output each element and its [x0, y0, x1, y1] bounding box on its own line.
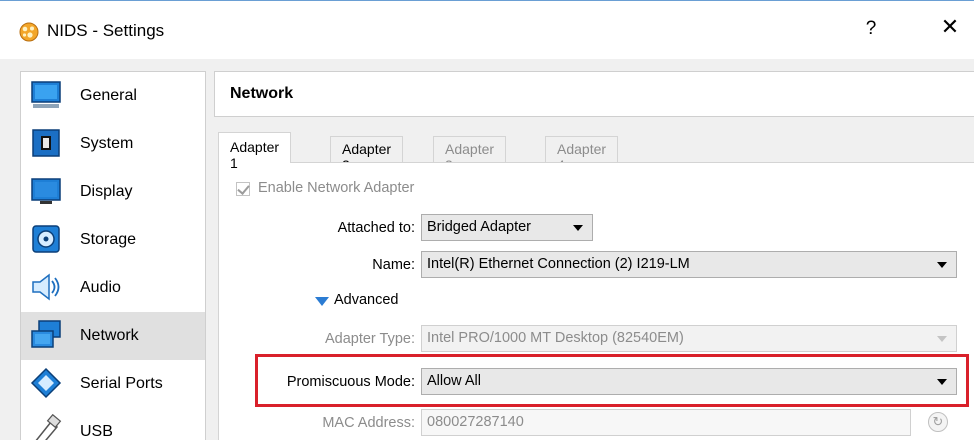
window-title: NIDS - Settings — [47, 21, 165, 40]
storage-icon — [32, 225, 60, 253]
mac-address-label: MAC Address: — [322, 415, 415, 431]
enable-adapter-checkbox[interactable] — [236, 182, 250, 196]
chevron-down-icon — [937, 379, 947, 385]
tab-adapter-3[interactable]: Adapter 3 — [433, 136, 507, 173]
page-title: Network — [230, 85, 294, 102]
chip-icon — [32, 129, 60, 157]
settings-window: NIDS - Settings ? ✕ General System Displ… — [0, 0, 974, 440]
serial-port-icon — [30, 367, 62, 399]
attached-to-label: Attached to: — [337, 220, 415, 236]
sidebar-item-label: Storage — [80, 231, 137, 248]
close-button[interactable]: ✕ — [935, 14, 965, 40]
sidebar-item-label: General — [80, 87, 137, 104]
promiscuous-mode-value: Allow All — [427, 373, 481, 389]
sidebar-item-network[interactable]: Network — [21, 312, 205, 360]
refresh-icon: ↻ — [932, 414, 944, 429]
sidebar-item-audio[interactable]: Audio — [21, 264, 205, 312]
settings-content: Network Adapter 1 Adapter 2 Adapter 3 Ad… — [214, 71, 974, 440]
usb-icon — [35, 414, 62, 440]
adapter-type-select[interactable]: Intel PRO/1000 MT Desktop (82540EM) — [421, 325, 957, 352]
tab-adapter-4[interactable]: Adapter 4 — [545, 136, 619, 173]
name-select[interactable]: Intel(R) Ethernet Connection (2) I219-LM — [421, 251, 957, 278]
sidebar-item-label: System — [80, 135, 134, 152]
tab-adapter-2[interactable]: Adapter 2 — [330, 136, 404, 173]
section-header: Network — [214, 71, 974, 117]
sidebar-item-label: Audio — [80, 279, 121, 296]
tab-adapter-1[interactable]: Adapter 1 — [218, 132, 292, 171]
sidebar-item-label: USB — [80, 423, 113, 440]
sidebar-item-label: Network — [80, 327, 139, 344]
sidebar-item-label: Serial Ports — [80, 375, 163, 392]
settings-sidebar: General System Display Storage Audio Net… — [20, 71, 206, 440]
promiscuous-mode-select[interactable]: Allow All — [421, 368, 957, 395]
name-value: Intel(R) Ethernet Connection (2) I219-LM — [427, 256, 690, 272]
chevron-down-icon — [573, 225, 583, 231]
sidebar-item-storage[interactable]: Storage — [21, 216, 205, 264]
advanced-toggle[interactable]: Advanced — [334, 292, 399, 308]
sidebar-item-general[interactable]: General — [21, 72, 205, 120]
title-bar: NIDS - Settings ? ✕ — [0, 1, 974, 59]
promiscuous-mode-label: Promiscuous Mode: — [286, 374, 415, 390]
speaker-icon — [32, 273, 60, 301]
sidebar-item-label: Display — [80, 183, 133, 200]
adapter-type-label: Adapter Type: — [324, 331, 415, 347]
attached-to-value: Bridged Adapter — [427, 219, 531, 235]
enable-adapter-label: Enable Network Adapter — [258, 180, 415, 196]
help-button[interactable]: ? — [859, 18, 883, 40]
chevron-down-icon — [937, 262, 947, 268]
network-icon — [31, 320, 61, 348]
monitor-icon — [31, 81, 61, 108]
sidebar-item-display[interactable]: Display — [21, 168, 205, 216]
regenerate-mac-button[interactable]: ↻ — [928, 412, 948, 432]
adapter-type-value: Intel PRO/1000 MT Desktop (82540EM) — [427, 330, 684, 346]
mac-address-field[interactable]: 080027287140 — [421, 409, 911, 436]
sidebar-item-serial-ports[interactable]: Serial Ports — [21, 360, 205, 408]
name-label: Name: — [372, 257, 415, 273]
virtualbox-app-icon — [19, 22, 39, 42]
mac-address-value: 080027287140 — [427, 414, 524, 430]
expand-triangle-icon[interactable] — [315, 297, 329, 306]
adapter-panel: Enable Network Adapter Attached to: Brid… — [218, 162, 974, 440]
attached-to-select[interactable]: Bridged Adapter — [421, 214, 593, 241]
sidebar-item-system[interactable]: System — [21, 120, 205, 168]
chevron-down-icon — [937, 336, 947, 342]
sidebar-item-usb[interactable]: USB — [21, 408, 205, 440]
display-icon — [31, 178, 61, 204]
